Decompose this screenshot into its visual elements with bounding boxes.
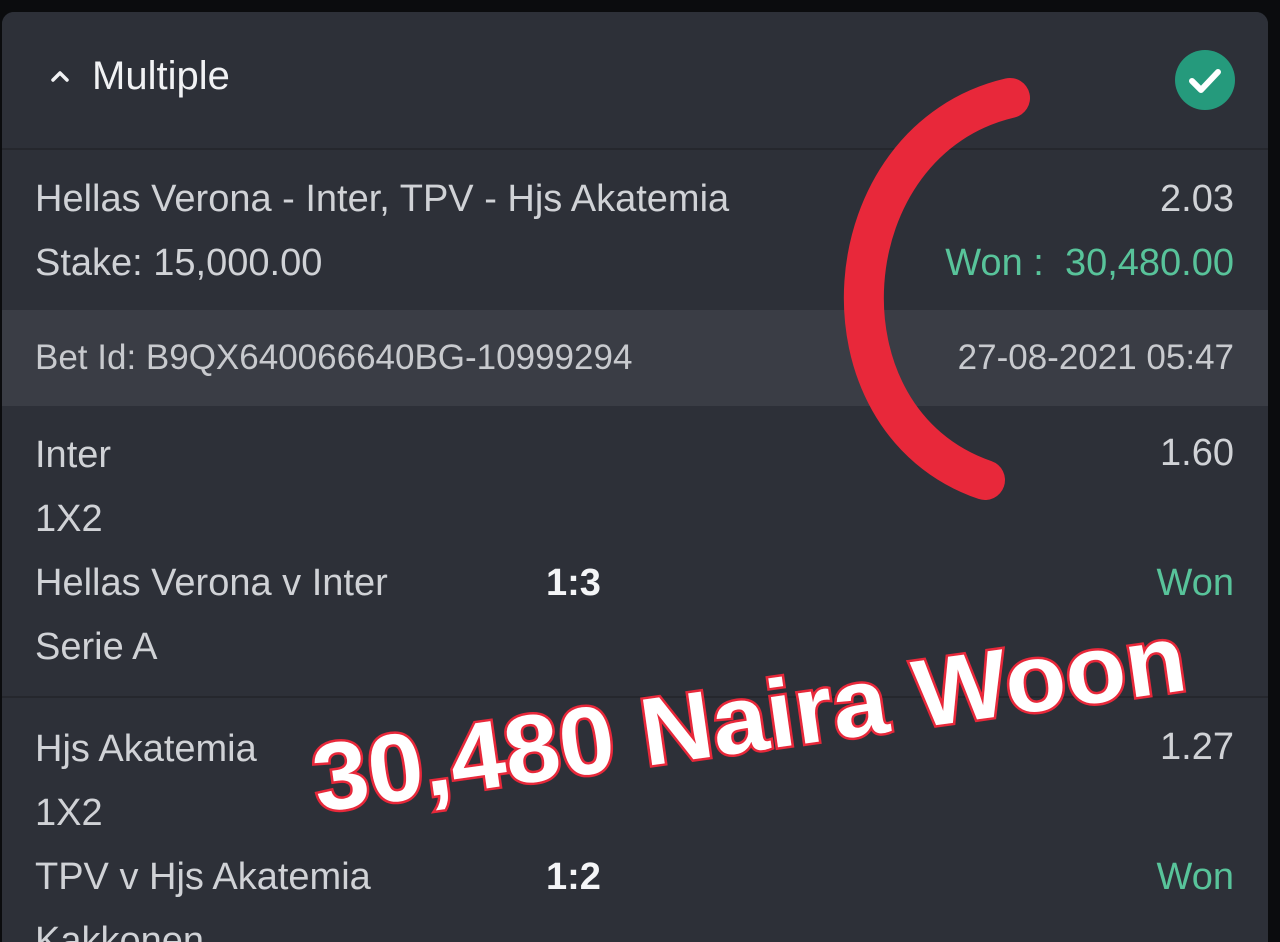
selection-item: Inter 1.60 1X2 Hellas Verona v Inter 1:3…: [2, 406, 1268, 698]
selection-pick: Hjs Akatemia: [35, 728, 257, 770]
selection-odds: 1.60: [1160, 432, 1234, 474]
selection-result: Won: [1156, 856, 1234, 898]
selection-item: Hjs Akatemia 1.27 1X2 TPV v Hjs Akatemia…: [2, 700, 1268, 942]
total-odds: 2.03: [1160, 178, 1234, 220]
won-amount: 30,480.00: [1064, 242, 1234, 284]
selection-score: 1:2: [546, 856, 601, 898]
selection-odds: 1.27: [1160, 726, 1234, 768]
selection-league: Serie A: [35, 626, 158, 668]
bet-id: Bet Id: B9QX640066640BG-10999294: [35, 338, 633, 377]
selection-result: Won: [1156, 562, 1234, 604]
won-amount-row: Won : 30,480.00: [945, 242, 1234, 285]
won-label: Won :: [945, 242, 1044, 284]
stake-text: Stake: 15,000.00: [35, 242, 323, 284]
selection-score: 1:3: [546, 562, 601, 604]
bet-id-row: Bet Id: B9QX640066640BG-10999294 27-08-2…: [2, 310, 1268, 406]
bet-type-title: Multiple: [92, 54, 230, 98]
selection-match: TPV v Hjs Akatemia: [35, 856, 371, 898]
bet-header[interactable]: Multiple: [2, 12, 1268, 150]
chevron-up-icon[interactable]: [48, 64, 72, 88]
bet-datetime: 27-08-2021 05:47: [957, 338, 1234, 377]
bet-card: Multiple Hellas Verona - Inter, TPV - Hj…: [2, 12, 1268, 942]
events-text: Hellas Verona - Inter, TPV - Hjs Akatemi…: [35, 178, 730, 220]
bet-summary: Hellas Verona - Inter, TPV - Hjs Akatemi…: [2, 150, 1268, 310]
check-circle-icon: [1175, 50, 1235, 110]
selection-market: 1X2: [35, 792, 103, 834]
selection-pick: Inter: [35, 434, 112, 476]
selection-market: 1X2: [35, 498, 103, 540]
selection-league: Kakkonen: [35, 920, 205, 942]
selection-match: Hellas Verona v Inter: [35, 562, 388, 604]
